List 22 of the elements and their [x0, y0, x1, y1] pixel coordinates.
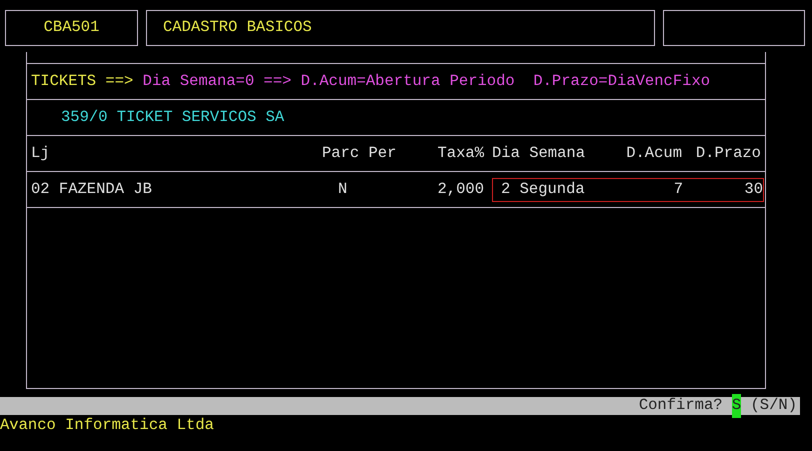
program-code: CBA501 [44, 17, 100, 38]
table-cell-text: 2 Segunda [500, 178, 586, 200]
table-cell-text: 2,000 [436, 178, 484, 200]
company-footer: Avanco Informatica Ltda [0, 416, 812, 434]
legend-text: Dia Semana=0 ==> D.Acum=Abertura Periodo [142, 70, 515, 92]
confirm-prompt: Confirma? [638, 395, 723, 416]
table-cell-text: 30 [743, 178, 763, 200]
screen-title: CADASTRO BASICOS [163, 17, 312, 38]
answer-options: (S/N) [750, 394, 797, 418]
column-header: Lj [31, 142, 51, 164]
legend-text: TICKETS ==> [31, 70, 134, 92]
answer-field[interactable]: S [732, 394, 742, 418]
column-header: Parc Per [322, 142, 398, 164]
table-cell-text: 02 FAZENDA JB [31, 178, 153, 200]
column-header: Dia Semana [492, 142, 586, 164]
table-cell-text: N [337, 178, 348, 200]
table-cell-text: 7 [672, 178, 683, 200]
column-header: D.Acum [625, 142, 682, 164]
column-header: D.Prazo [694, 142, 761, 164]
column-header: Taxa% [436, 142, 484, 164]
legend-text: D.Prazo=DiaVencFixo [533, 70, 710, 92]
company-name: 359/0 TICKET SERVICOS SA [61, 106, 284, 128]
